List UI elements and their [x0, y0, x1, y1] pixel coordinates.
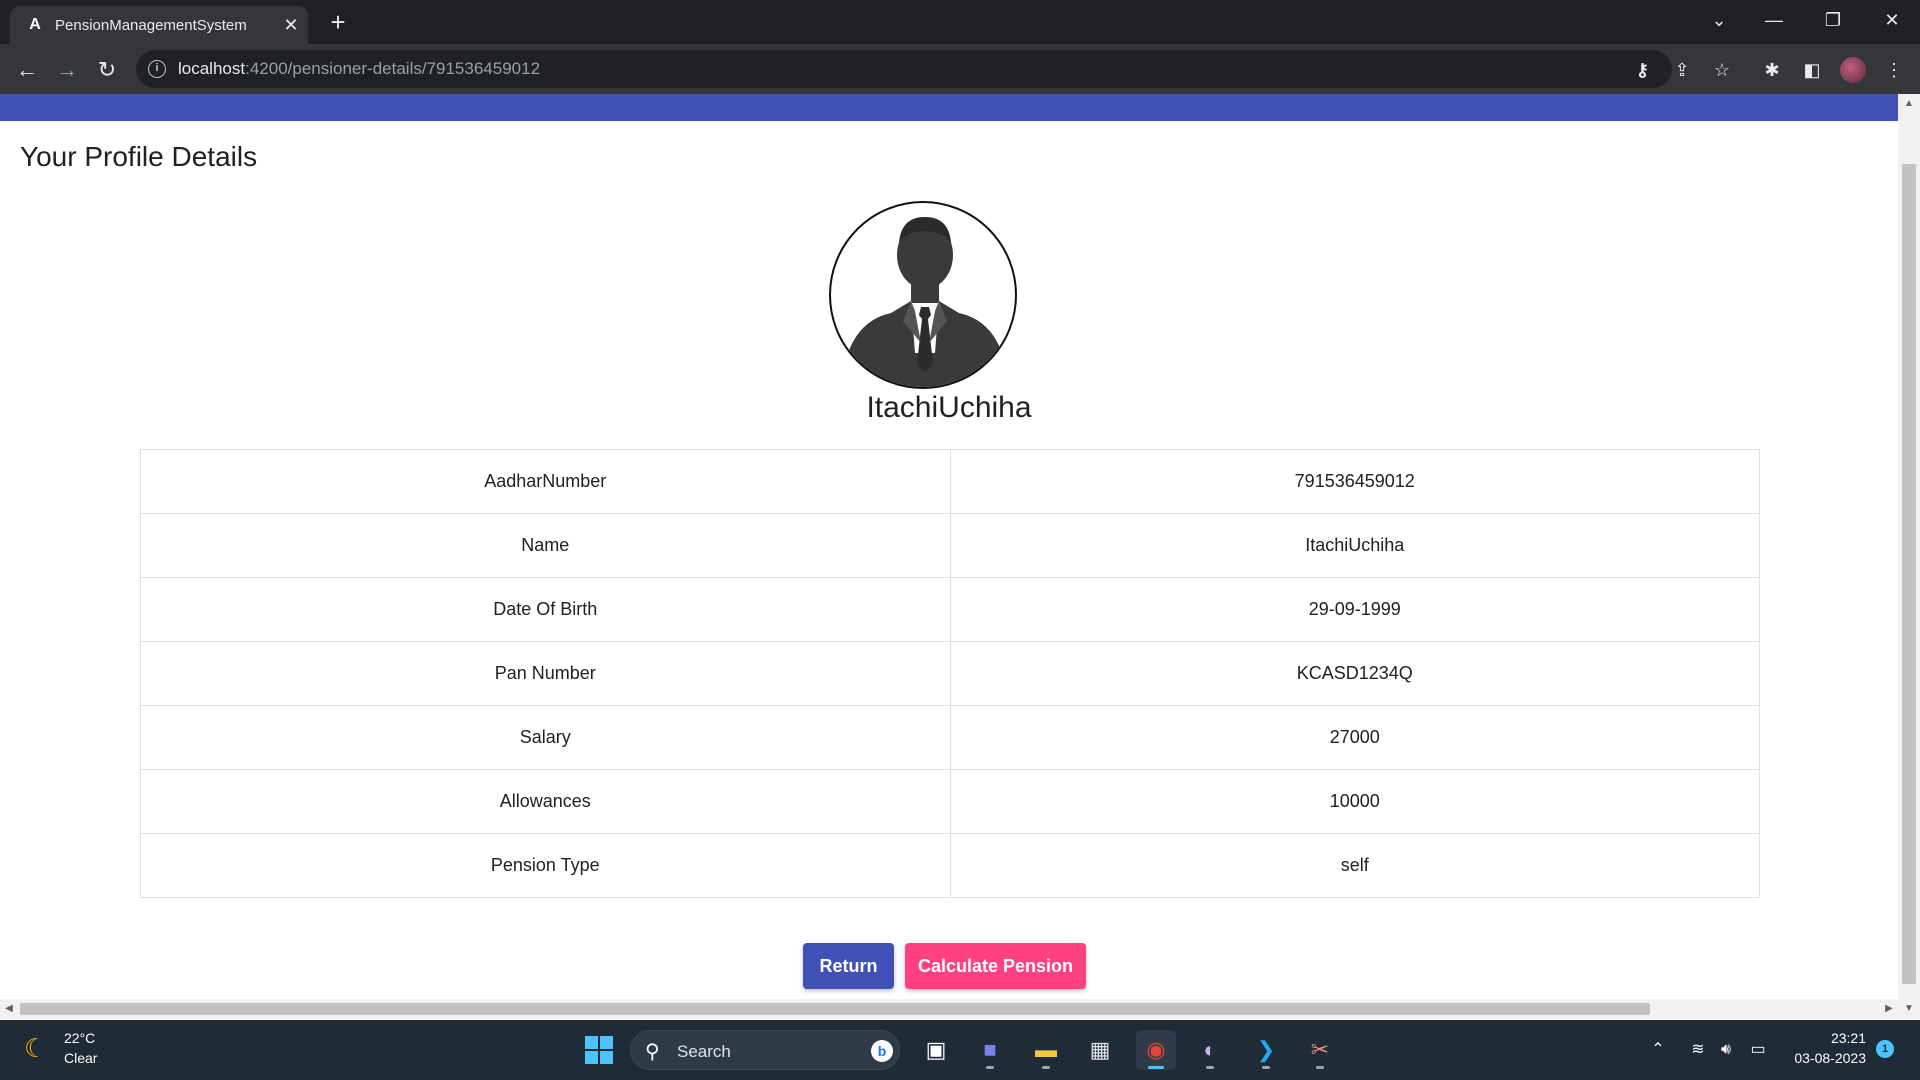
scroll-left-icon[interactable]: ◀ [0, 999, 18, 1019]
table-row: Allowances 10000 [140, 769, 1760, 834]
table-row: Salary 27000 [140, 705, 1760, 770]
bookmark-star-icon[interactable]: ☆ [1710, 58, 1734, 82]
detail-value: 10000 [949, 769, 1760, 834]
detail-label: AadharNumber [140, 449, 951, 514]
url-text: localhost:4200/pensioner-details/7915364… [178, 59, 541, 78]
return-button[interactable]: Return [803, 943, 894, 989]
detail-value: 791536459012 [949, 449, 1760, 514]
scroll-right-icon[interactable]: ▶ [1880, 999, 1898, 1019]
page-title: Your Profile Details [20, 141, 258, 172]
app-header-band [0, 94, 1898, 121]
microsoft-store-icon[interactable]: ▦ [1080, 1030, 1120, 1070]
extensions-puzzle-icon[interactable]: ✱ [1760, 58, 1784, 82]
moon-weather-icon[interactable]: ☾ [24, 1034, 52, 1062]
restore-icon[interactable]: ❐ [1813, 6, 1853, 34]
calculate-pension-button[interactable]: Calculate Pension [905, 943, 1086, 989]
site-info-icon[interactable]: i [148, 60, 166, 78]
task-view-icon[interactable]: ▣ [916, 1030, 956, 1070]
minimize-icon[interactable]: — [1754, 6, 1794, 34]
detail-value: KCASD1234Q [949, 641, 1760, 706]
taskbar-search-box[interactable]: ⚲ Search b [630, 1030, 900, 1070]
browser-toolbar: ← → ↻ i localhost:4200/pensioner-details… [0, 44, 1920, 94]
window-close-icon[interactable]: ✕ [1872, 6, 1912, 34]
clock-date[interactable]: 03-08-2023 [1786, 1050, 1866, 1066]
profile-avatar[interactable] [1840, 57, 1866, 83]
detail-label: Salary [140, 705, 951, 770]
weather-description[interactable]: Clear [64, 1050, 97, 1066]
profile-name: ItachiUchiha [866, 391, 1032, 424]
snipping-tool-icon[interactable]: ✂ [1300, 1030, 1340, 1070]
windows-start-icon[interactable] [585, 1036, 613, 1064]
eclipse-icon[interactable]: ◐ [1190, 1030, 1230, 1070]
reload-icon[interactable]: ↻ [93, 56, 121, 84]
profile-details-table: AadharNumber 791536459012 Name ItachiUchiha… [140, 449, 1760, 898]
file-explorer-icon[interactable]: ▬ [1026, 1030, 1066, 1070]
detail-value: 27000 [949, 705, 1760, 770]
browser-menu-icon[interactable]: ⋮ [1882, 58, 1906, 82]
vscode-icon[interactable]: ❯ [1246, 1030, 1286, 1070]
bing-icon[interactable]: b [871, 1040, 893, 1062]
teams-chat-icon[interactable]: ■ [970, 1030, 1010, 1070]
vertical-scrollbar[interactable]: ▲ ▼ [1898, 94, 1920, 1019]
table-row: Name ItachiUchiha [140, 513, 1760, 578]
table-row: AadharNumber 791536459012 [140, 449, 1760, 514]
wifi-icon[interactable]: ≋ [1686, 1038, 1710, 1062]
scroll-up-icon[interactable]: ▲ [1898, 94, 1920, 114]
side-panel-icon[interactable]: ◧ [1800, 58, 1824, 82]
show-hidden-icons-chevron-icon[interactable]: ⌃ [1646, 1038, 1670, 1062]
address-bar[interactable]: i localhost:4200/pensioner-details/79153… [136, 50, 1672, 88]
battery-icon[interactable]: ▭ [1746, 1038, 1770, 1062]
tab-search-chevron-icon[interactable]: ⌄ [1699, 6, 1739, 34]
detail-label: Pan Number [140, 641, 951, 706]
vertical-scroll-thumb[interactable] [1902, 164, 1916, 984]
profile-page: Your Profile Details ItachiUchiha Aadhar… [0, 121, 1898, 999]
table-row: Pan Number KCASD1234Q [140, 641, 1760, 706]
profile-avatar-icon [829, 201, 1017, 389]
search-icon: ⚲ [645, 1041, 660, 1063]
share-icon[interactable]: ⇪ [1670, 58, 1694, 82]
table-row: Pension Type self [140, 833, 1760, 898]
detail-value: 29-09-1999 [949, 577, 1760, 642]
password-key-icon-2[interactable]: ⚷ [1630, 58, 1654, 82]
windows-taskbar: ☾ 22°C Clear ⚲ Search b ▣ ■ ▬ ▦ ◉ ◐ ❯ ✂ … [0, 1020, 1920, 1080]
detail-label: Allowances [140, 769, 951, 834]
detail-value: self [949, 833, 1760, 898]
back-icon[interactable]: ← [13, 56, 41, 84]
detail-label: Pension Type [140, 833, 951, 898]
detail-label: Name [140, 513, 951, 578]
horizontal-scroll-thumb[interactable] [20, 1003, 1650, 1015]
horizontal-scrollbar[interactable]: ◀ ▶ [0, 999, 1898, 1019]
detail-label: Date Of Birth [140, 577, 951, 642]
volume-icon[interactable]: 🔊︎ [1714, 1038, 1738, 1062]
table-row: Date Of Birth 29-09-1999 [140, 577, 1760, 642]
chrome-icon[interactable]: ◉ [1136, 1030, 1176, 1070]
search-label: Search [677, 1042, 731, 1061]
scroll-down-icon[interactable]: ▼ [1898, 999, 1920, 1019]
browser-tab-strip: A PensionManagementSystem ✕ + ⌄ — ❐ ✕ [0, 0, 1920, 44]
tab-title: PensionManagementSystem [55, 17, 247, 34]
angular-favicon-icon: A [29, 16, 41, 33]
new-tab-icon[interactable]: + [324, 8, 352, 36]
detail-value: ItachiUchiha [949, 513, 1760, 578]
clock-time[interactable]: 23:21 [1826, 1030, 1866, 1046]
tab-close-icon[interactable]: ✕ [280, 14, 302, 36]
browser-tab[interactable]: A PensionManagementSystem ✕ [10, 6, 308, 44]
weather-temperature[interactable]: 22°C [64, 1030, 95, 1046]
notification-badge[interactable]: 1 [1876, 1040, 1894, 1058]
forward-icon[interactable]: → [53, 56, 81, 84]
